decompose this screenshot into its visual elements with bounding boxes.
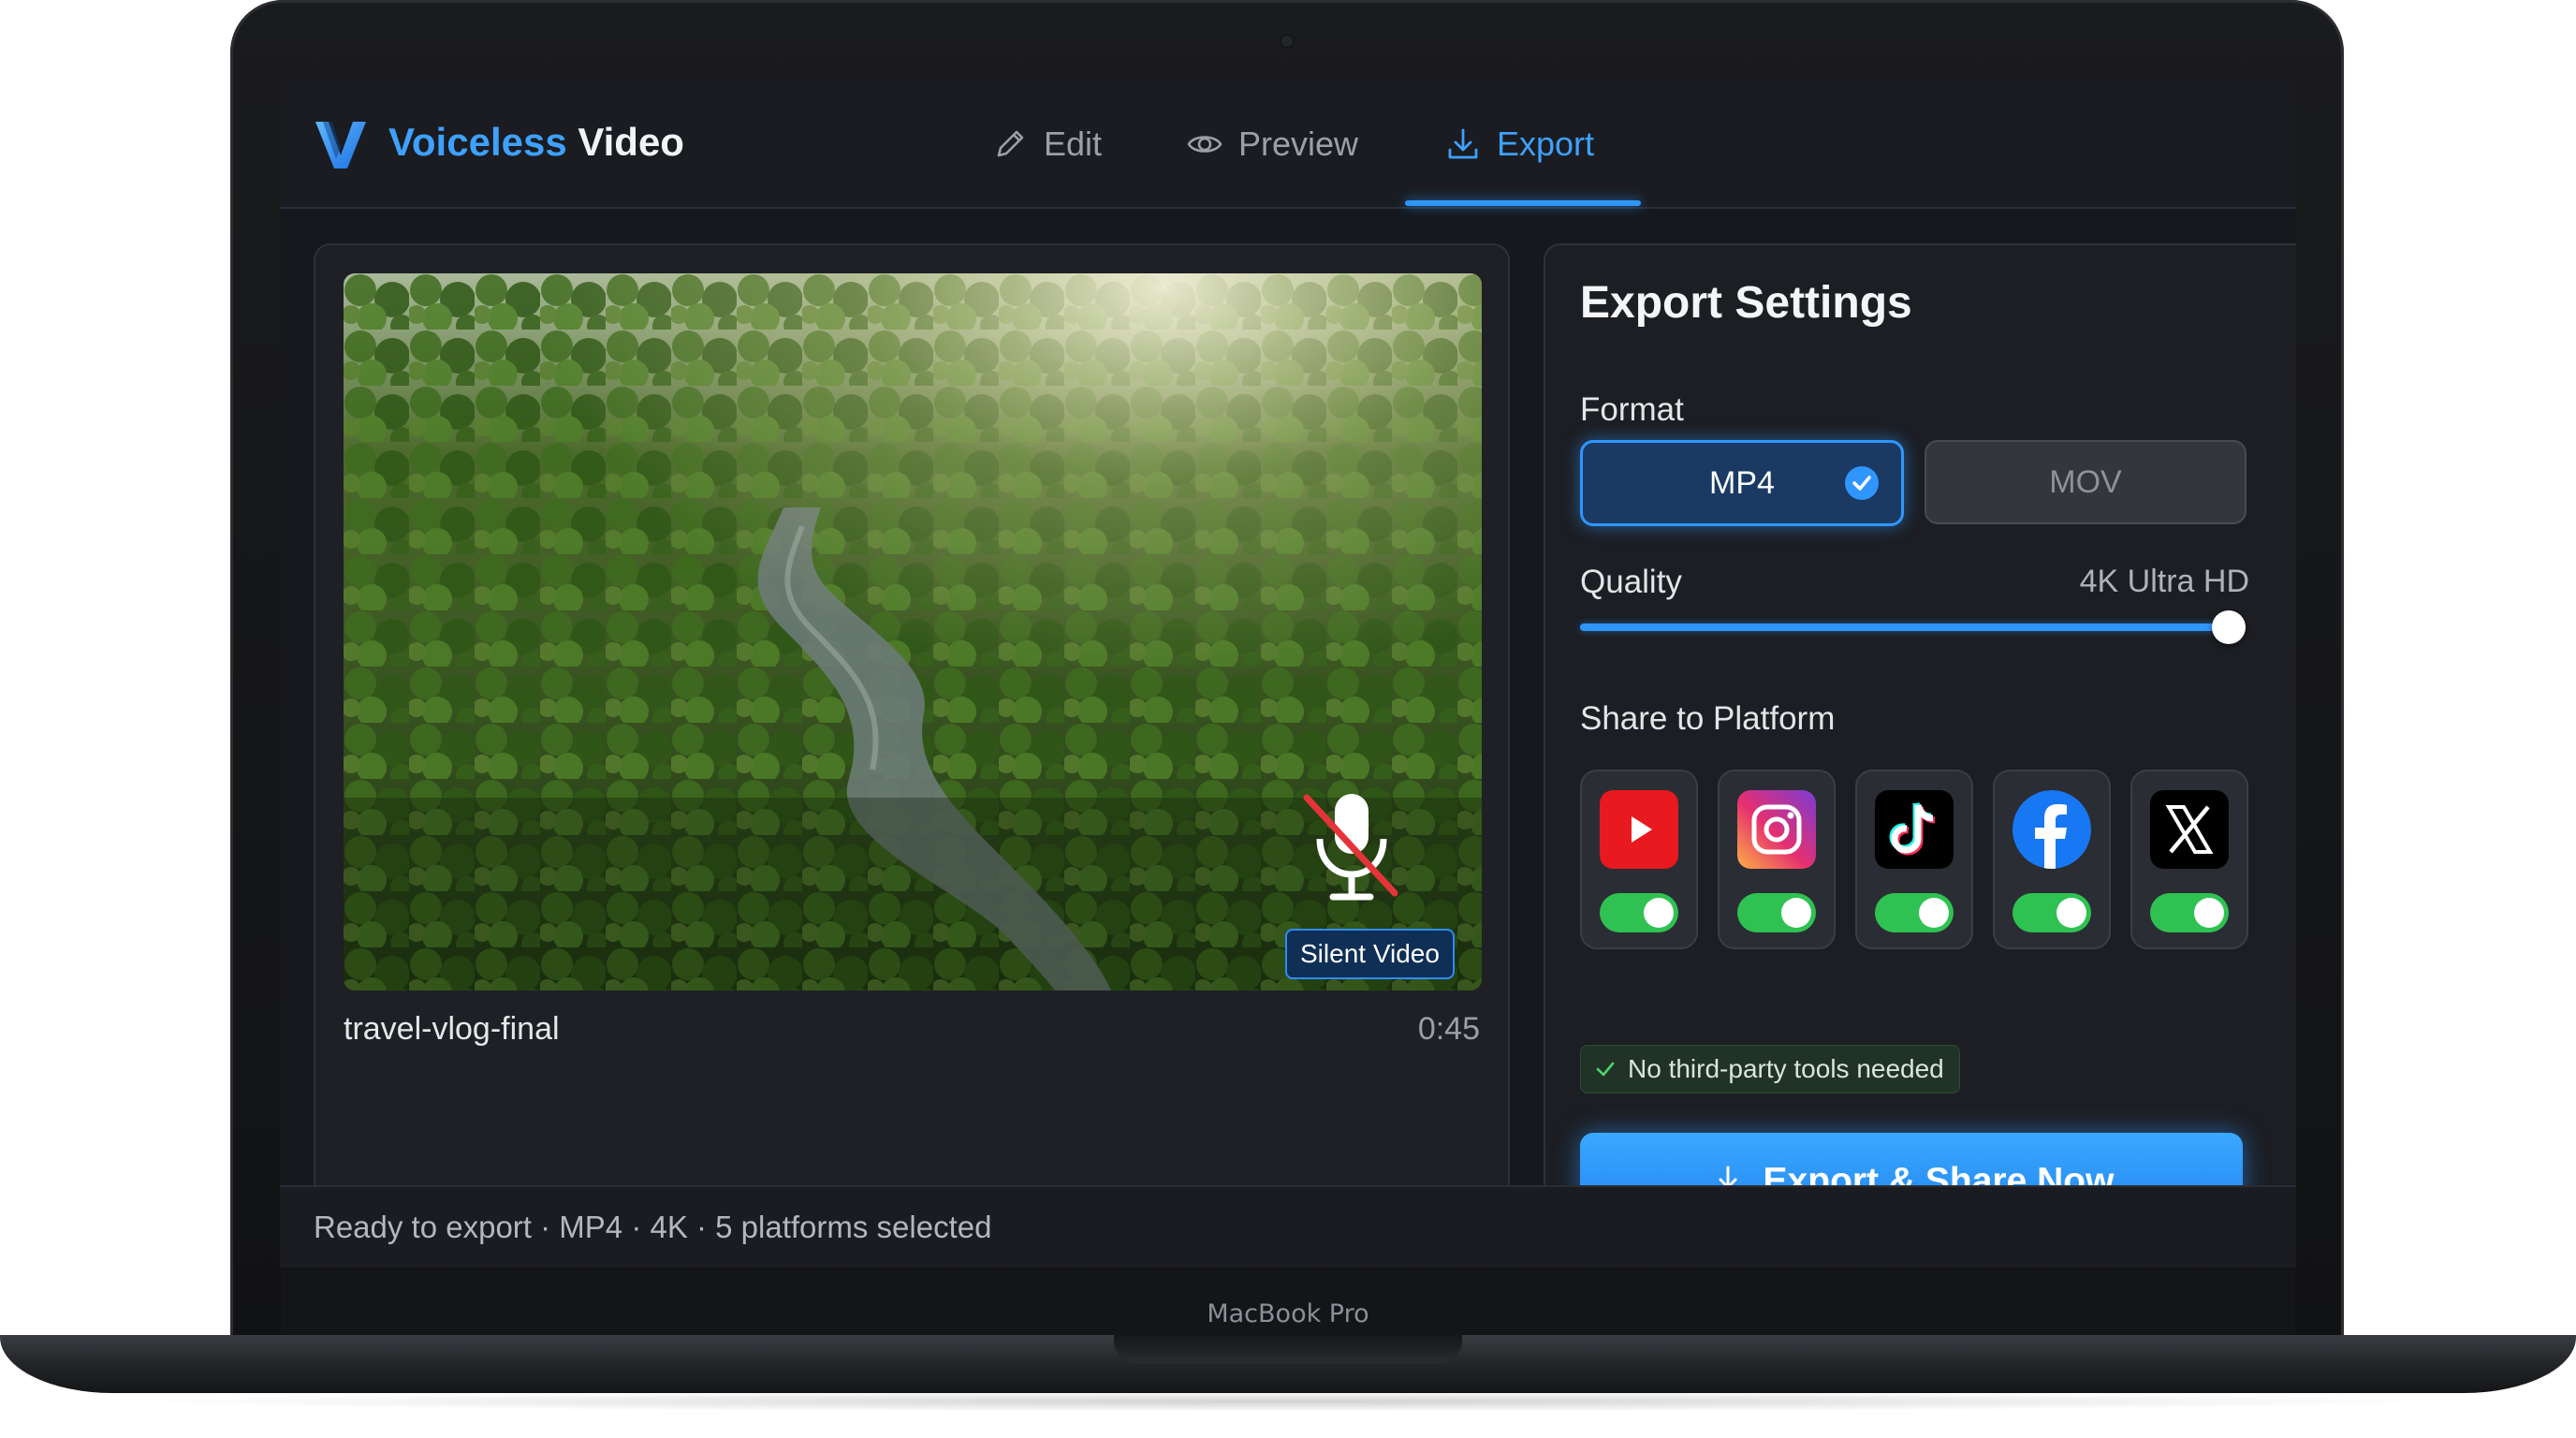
tab-preview[interactable]: Preview <box>1186 118 1358 170</box>
tab-export[interactable]: Export <box>1444 118 1594 170</box>
share-label: Share to Platform <box>1580 700 1836 737</box>
pencil-icon <box>997 130 1024 157</box>
platform-tiktok[interactable] <box>1855 770 1973 949</box>
toggle-knob <box>1781 898 1811 928</box>
checkmark-icon <box>1845 466 1879 500</box>
youtube-toggle[interactable] <box>1600 893 1678 932</box>
info-notice: No third-party tools needed <box>1580 1045 1960 1093</box>
logo-icon <box>315 122 366 169</box>
format-mov-button[interactable]: MOV <box>1925 440 2247 524</box>
app-name-accent: Voiceless <box>388 120 567 164</box>
facebook-toggle[interactable] <box>2012 893 2091 932</box>
app-name: Voiceless Video <box>388 120 684 165</box>
tab-export-label: Export <box>1497 125 1595 163</box>
toggle-knob <box>2056 898 2086 928</box>
platform-youtube[interactable] <box>1580 770 1698 949</box>
top-bar: Voiceless Video Edit Preview Export <box>280 81 2296 209</box>
instagram-icon <box>1737 790 1816 869</box>
status-text: Ready to export · MP4 · 4K · 5 platforms… <box>314 1210 992 1244</box>
tab-preview-label: Preview <box>1238 125 1359 163</box>
platform-facebook[interactable] <box>1993 770 2111 949</box>
x-toggle[interactable] <box>2150 893 2229 932</box>
panel-title: Export Settings <box>1580 278 1912 328</box>
video-preview[interactable]: Silent Video <box>344 273 1482 990</box>
video-duration: 0:45 <box>1417 1011 1480 1047</box>
quality-value: 4K Ultra HD <box>2079 564 2249 599</box>
tab-edit-label: Edit <box>1044 125 1103 163</box>
x-icon <box>2150 790 2229 869</box>
video-file-name: travel-vlog-final <box>344 1011 560 1047</box>
base-notch <box>1114 1335 1462 1363</box>
silent-video-badge: Silent Video <box>1285 929 1455 979</box>
app-name-rest: Video <box>578 120 684 164</box>
platform-instagram[interactable] <box>1718 770 1836 949</box>
status-bar: Ready to export · MP4 · 4K · 5 platforms… <box>280 1185 2296 1268</box>
video-card: Silent Video travel-vlog-final 0:45 <box>314 243 1510 1232</box>
quality-slider-track[interactable] <box>1580 624 2228 631</box>
format-mp4-button[interactable]: MP4 <box>1580 440 1904 526</box>
base-shadow <box>112 1391 2464 1412</box>
toggle-knob <box>2194 898 2224 928</box>
tab-edit[interactable]: Edit <box>991 118 1102 170</box>
format-label: Format <box>1580 391 1684 428</box>
app-window: Voiceless Video Edit Preview Export Sile… <box>280 81 2296 1268</box>
notice-text: No third-party tools needed <box>1628 1054 1944 1083</box>
platform-x[interactable] <box>2130 770 2248 949</box>
active-tab-indicator <box>1405 200 1641 206</box>
quality-slider-thumb[interactable] <box>2212 610 2246 644</box>
microphone-muted-icon <box>1303 794 1398 901</box>
camera <box>1280 34 1295 49</box>
toggle-knob <box>1919 898 1949 928</box>
toggle-knob <box>1644 898 1674 928</box>
format-mp4-label: MP4 <box>1709 464 1775 501</box>
facebook-icon <box>2012 790 2091 869</box>
check-icon <box>1596 1062 1615 1077</box>
export-settings-panel: Export Settings Format MP4 MOV Quality 4… <box>1544 243 2296 1241</box>
tiktok-icon <box>1875 790 1954 869</box>
download-icon <box>1448 128 1478 159</box>
device-label: MacBook Pro <box>1207 1299 1369 1328</box>
youtube-icon <box>1600 790 1678 869</box>
eye-icon <box>1187 136 1222 153</box>
instagram-toggle[interactable] <box>1737 893 1816 932</box>
tiktok-toggle[interactable] <box>1875 893 1954 932</box>
format-mov-label: MOV <box>2049 463 2122 500</box>
quality-label: Quality <box>1580 564 1682 600</box>
